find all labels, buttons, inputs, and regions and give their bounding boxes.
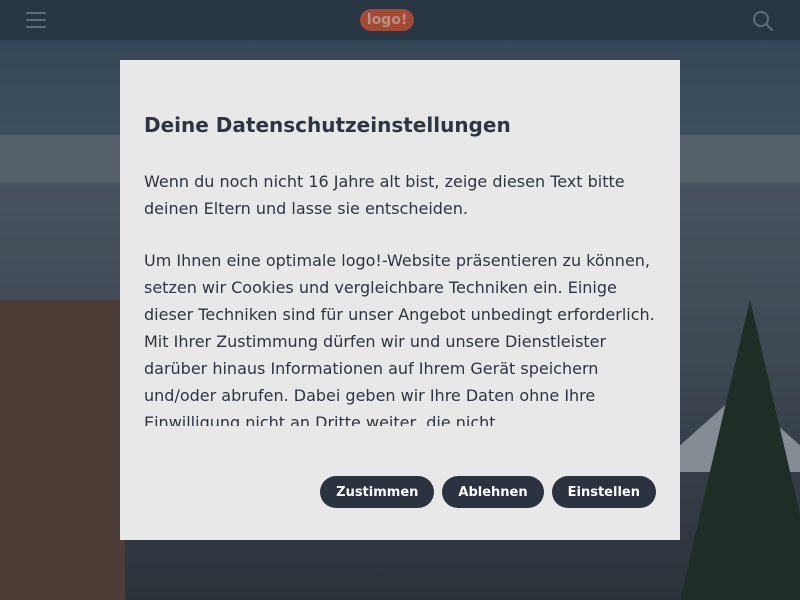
privacy-consent-dialog: Deine Datenschutzeinstellungen Wenn du n… [120, 60, 680, 540]
dialog-body[interactable]: Wenn du noch nicht 16 Jahre alt bist, ze… [144, 168, 656, 426]
reject-button[interactable]: Ablehnen [442, 476, 544, 508]
settings-button[interactable]: Einstellen [551, 476, 656, 508]
dialog-title: Deine Datenschutzeinstellungen [144, 113, 511, 137]
age-notice-text: Wenn du noch nicht 16 Jahre alt bist, ze… [144, 172, 625, 218]
accept-button[interactable]: Zustimmen [320, 476, 435, 508]
consent-button-row: Zustimmen Ablehnen Einstellen [320, 476, 656, 508]
cookie-info-text: Um Ihnen eine optimale logo!-Website prä… [144, 251, 655, 426]
